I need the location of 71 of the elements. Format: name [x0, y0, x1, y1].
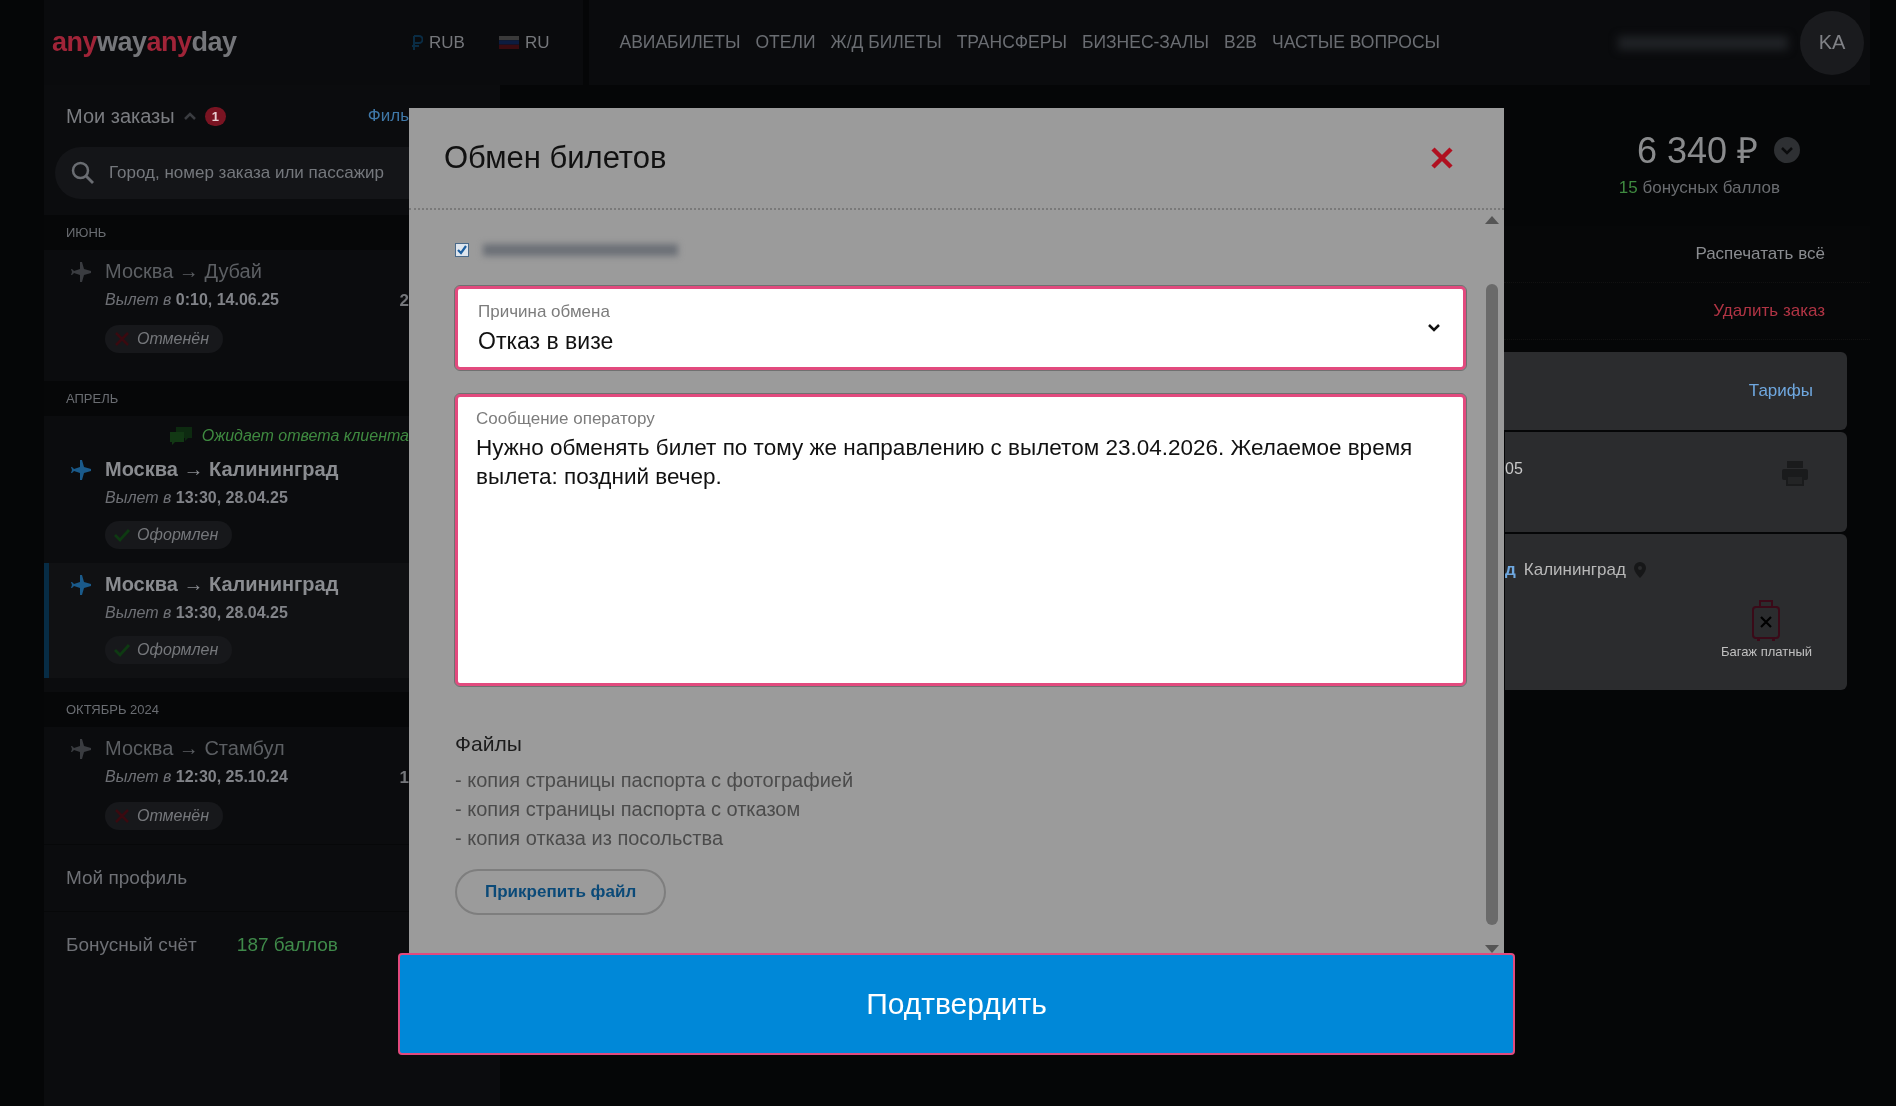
departure-time: Вылет в 0:10, 14.06.25 [105, 291, 279, 310]
departure-time: Вылет в 13:30, 28.04.25 [105, 489, 288, 507]
chevron-circle-icon[interactable] [1774, 136, 1800, 163]
files-heading: Файлы [455, 732, 523, 756]
tariffs-link[interactable]: Тарифы [1748, 381, 1813, 401]
search-field[interactable]: Город, номер заказа или пассажир [55, 147, 409, 199]
menu-link[interactable]: Бонусный счёт [66, 934, 197, 956]
chat-icon [167, 426, 194, 446]
user-avatar[interactable]: KA [1800, 10, 1864, 75]
bonus-points: 15 бонусных баллов [1618, 178, 1780, 198]
attach-file-button[interactable]: Прикрепить файл [455, 869, 667, 915]
logo[interactable]: anywayanyday [52, 27, 412, 58]
chevron-down-icon [1427, 323, 1441, 333]
nav-link[interactable]: ТРАНСФЕРЫ [956, 32, 1067, 53]
close-button[interactable] [1430, 146, 1454, 170]
cross-icon [113, 330, 131, 348]
file-requirement: - копия отказа из посольства [455, 826, 725, 851]
flight-info: 05 [1505, 460, 1523, 479]
filter-link[interactable]: Филь [367, 106, 409, 126]
language-selector[interactable]: RU [524, 32, 550, 53]
status-badge: Оформлен [105, 521, 233, 549]
reason-select[interactable]: Причина обмена Отказ в визе [455, 286, 1466, 370]
order-route: Москва → Стамбул [105, 737, 285, 760]
order-price: 2 [399, 291, 409, 311]
bonus-value: 187 баллов [236, 934, 338, 956]
plane-icon [71, 261, 91, 282]
ruble-icon [412, 35, 423, 50]
plane-icon [71, 574, 91, 595]
nav-link[interactable]: ОТЕЛИ [755, 32, 816, 53]
nav-link[interactable]: АВИАБИЛЕТЫ [619, 32, 741, 53]
nav-link[interactable]: БИЗНЕС-ЗАЛЫ [1081, 32, 1209, 53]
search-icon [71, 161, 95, 185]
dialog-title: Обмен билетов [444, 140, 667, 176]
reason-label: Причина обмена [478, 301, 611, 322]
suitcase-icon [1751, 600, 1782, 642]
destination-prefix: д [1505, 560, 1516, 580]
order-price: 1 [399, 768, 409, 788]
departure-time: Вылет в 13:30, 28.04.25 [105, 604, 288, 622]
order-note: Ожидает ответа клиента [201, 427, 409, 445]
nav-link[interactable]: Ж/Д БИЛЕТЫ [830, 32, 942, 53]
file-requirement: - копия страницы паспорта с отказом [455, 797, 802, 822]
cross-icon [113, 807, 131, 825]
baggage-label: Багаж платный [1720, 644, 1812, 659]
status-badge: Оформлен [105, 636, 233, 664]
order-total: 6 340 ₽ [1636, 129, 1758, 173]
scrollbar[interactable] [1484, 216, 1500, 953]
flag-icon [498, 36, 519, 49]
count-badge: 1 [204, 106, 226, 126]
order-route: Москва → Калининград [105, 458, 339, 481]
close-icon [1430, 146, 1454, 170]
nav-link[interactable]: B2B [1223, 32, 1258, 53]
menu-link[interactable]: Мой профиль [66, 867, 188, 889]
currency-selector[interactable]: RUB [429, 32, 465, 53]
nav-link[interactable]: ЧАСТЫЕ ВОПРОСЫ [1272, 32, 1441, 53]
plane-icon [71, 738, 91, 759]
status-badge: Отменён [105, 325, 223, 353]
order-route: Москва → Калининград [105, 573, 339, 596]
order-route: Москва → Дубай [105, 260, 262, 283]
destination-city: Калининград [1523, 560, 1626, 580]
checkbox[interactable] [455, 243, 469, 257]
message-field[interactable]: Сообщение оператору Нужно обменять билет по тому же направлению с вылетом 23.04.2026. Желаемое время вылета: поздний вечер. [455, 394, 1466, 686]
departure-time: Вылет в 12:30, 25.10.24 [105, 768, 288, 787]
status-badge: Отменён [105, 802, 223, 830]
reason-value: Отказ в визе [478, 327, 615, 355]
file-requirement: - копия страницы паспорта с фотографией [455, 768, 855, 793]
orders-title[interactable]: Мои заказы [66, 104, 175, 128]
confirm-button[interactable]: Подтвердить [398, 953, 1515, 1055]
caret-icon[interactable] [182, 111, 197, 121]
scroll-up-icon [1485, 216, 1499, 224]
message-text: Нужно обменять билет по тому же направлению с вылетом 23.04.2026. Желаемое время вылета: поздний вечер. [476, 434, 1414, 491]
plane-icon [71, 459, 91, 480]
